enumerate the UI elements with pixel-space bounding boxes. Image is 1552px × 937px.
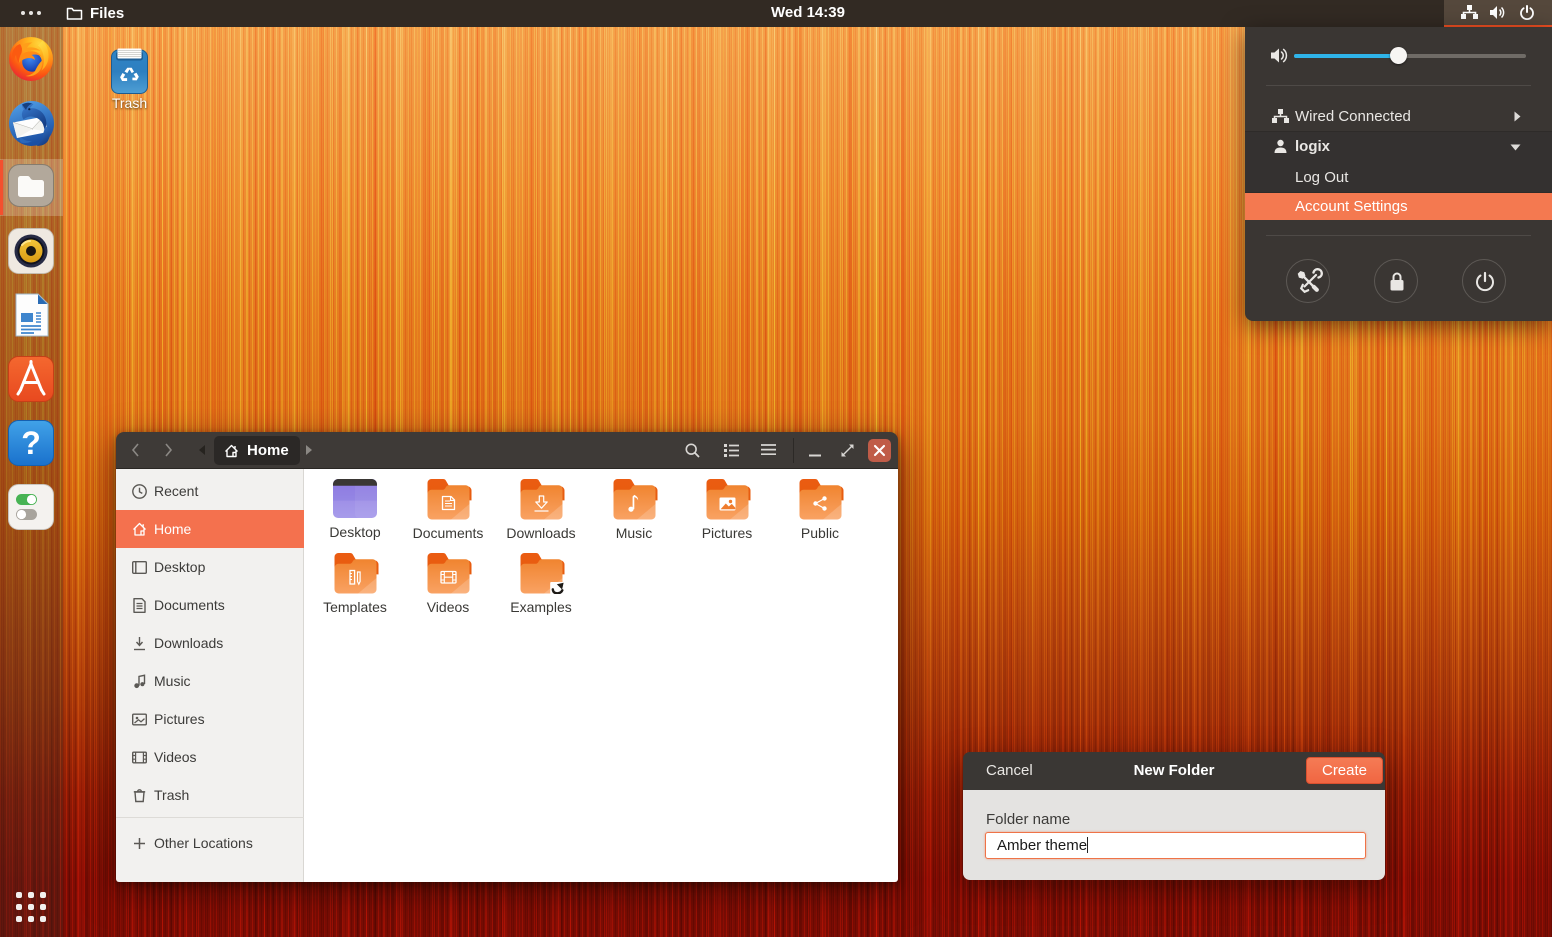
svg-text:?: ? xyxy=(21,425,41,461)
